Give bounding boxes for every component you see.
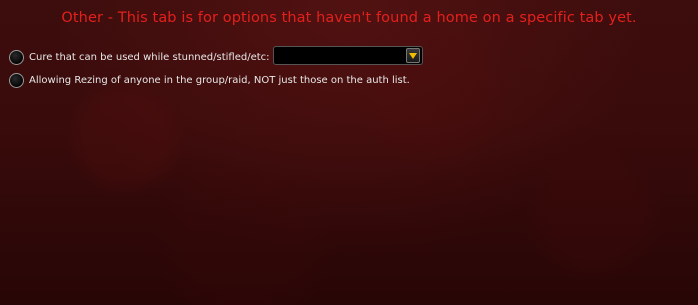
rez-radio-button[interactable]: [9, 73, 24, 88]
cure-dropdown[interactable]: [273, 46, 423, 65]
rez-option-label: Allowing Rezing of anyone in the group/r…: [29, 75, 410, 86]
option-row-cure[interactable]: Cure that can be used while stunned/stif…: [9, 50, 270, 65]
cure-radio-button[interactable]: [9, 50, 24, 65]
option-row-rez[interactable]: Allowing Rezing of anyone in the group/r…: [9, 73, 410, 88]
cure-option-label: Cure that can be used while stunned/stif…: [29, 52, 270, 63]
page-title: Other - This tab is for options that hav…: [61, 10, 637, 26]
chevron-down-icon[interactable]: [406, 48, 420, 63]
